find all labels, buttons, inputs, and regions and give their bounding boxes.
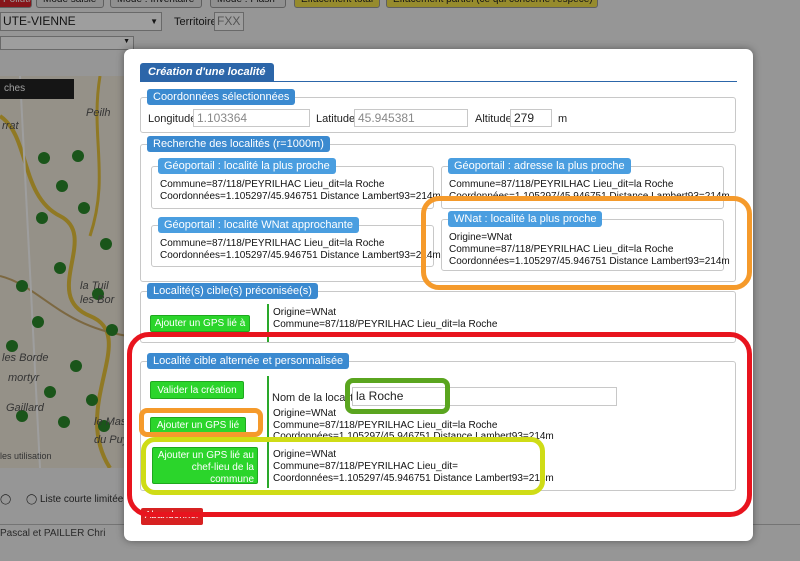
altitude-unit: m	[558, 113, 568, 125]
preconised-origin: Origine=WNat	[273, 307, 337, 318]
chef-coords: Coordonnées=1.105297/45.946751 Distance …	[273, 473, 554, 484]
geoportail-address-coords: Coordonnées=1.105297/45.946751 Distance …	[449, 191, 730, 202]
wnat-nearest-commune: Commune=87/118/PEYRILHAC Lieu_dit=la Roc…	[449, 244, 674, 255]
gps-coords: Coordonnées=1.105297/45.946751 Distance …	[273, 431, 554, 442]
latitude-label: Latitude	[316, 113, 356, 125]
wnat-nearest-legend: WNat : localité la plus proche	[448, 211, 603, 227]
validate-creation-button[interactable]: Valider la création	[150, 381, 244, 399]
preconised-legend: Localité(s) cible(s) préconisée(s)	[147, 283, 318, 299]
preconised-commune: Commune=87/118/PEYRILHAC Lieu_dit=la Roc…	[273, 319, 498, 330]
longitude-label: Longitude	[148, 113, 197, 125]
geoportail-address-legend: Géoportail : adresse la plus proche	[448, 158, 631, 174]
dialog-tab-title[interactable]: Création d'une localité	[140, 63, 274, 81]
coords-legend: Coordonnées sélectionnées	[147, 89, 296, 105]
separator-line	[267, 376, 269, 488]
locality-name-label: Nom de la localité	[272, 392, 360, 404]
latitude-field[interactable]: 45.945381	[354, 109, 468, 127]
search-legend: Recherche des localités (r=1000m)	[147, 136, 330, 152]
chef-origin: Origine=WNat	[273, 449, 337, 460]
geoportail-address-commune: Commune=87/118/PEYRILHAC Lieu_dit=la Roc…	[449, 179, 674, 190]
gps-origin: Origine=WNat	[273, 408, 337, 419]
geoportail-nearest-coords: Coordonnées=1.105297/45.946751 Distance …	[160, 191, 441, 202]
geoportail-wnat-legend: Géoportail : localité WNat approchante	[158, 217, 359, 233]
geoportail-wnat-commune: Commune=87/118/PEYRILHAC Lieu_dit=la Roc…	[160, 238, 385, 249]
chef-commune: Commune=87/118/PEYRILHAC Lieu_dit=	[273, 461, 458, 472]
longitude-field[interactable]: 1.103364	[193, 109, 310, 127]
cancel-button[interactable]: Abandonner	[141, 508, 203, 525]
locality-name-input[interactable]: la Roche	[352, 387, 617, 406]
separator-line	[267, 304, 269, 342]
geoportail-nearest-legend: Géoportail : localité la plus proche	[158, 158, 336, 174]
tab-underline	[140, 81, 737, 82]
alternate-legend: Localité cible alternée et personnalisée	[147, 353, 350, 369]
altitude-field[interactable]: 279	[510, 109, 552, 127]
add-gps-preconised-button[interactable]: Ajouter un GPS lié à	[150, 315, 250, 332]
add-gps-chef-lieu-button[interactable]: Ajouter un GPS lié au chef-lieu de la co…	[152, 447, 258, 485]
geoportail-wnat-coords: Coordonnées=1.105297/45.946751 Distance …	[160, 250, 441, 261]
wnat-nearest-coords: Coordonnées=1.105297/45.946751 Distance …	[449, 256, 730, 267]
altitude-label: Altitude	[475, 113, 512, 125]
wnat-nearest-origin: Origine=WNat	[449, 232, 513, 243]
add-gps-button[interactable]: Ajouter un GPS lié à	[150, 417, 246, 443]
geoportail-nearest-commune: Commune=87/118/PEYRILHAC Lieu_dit=la Roc…	[160, 179, 385, 190]
